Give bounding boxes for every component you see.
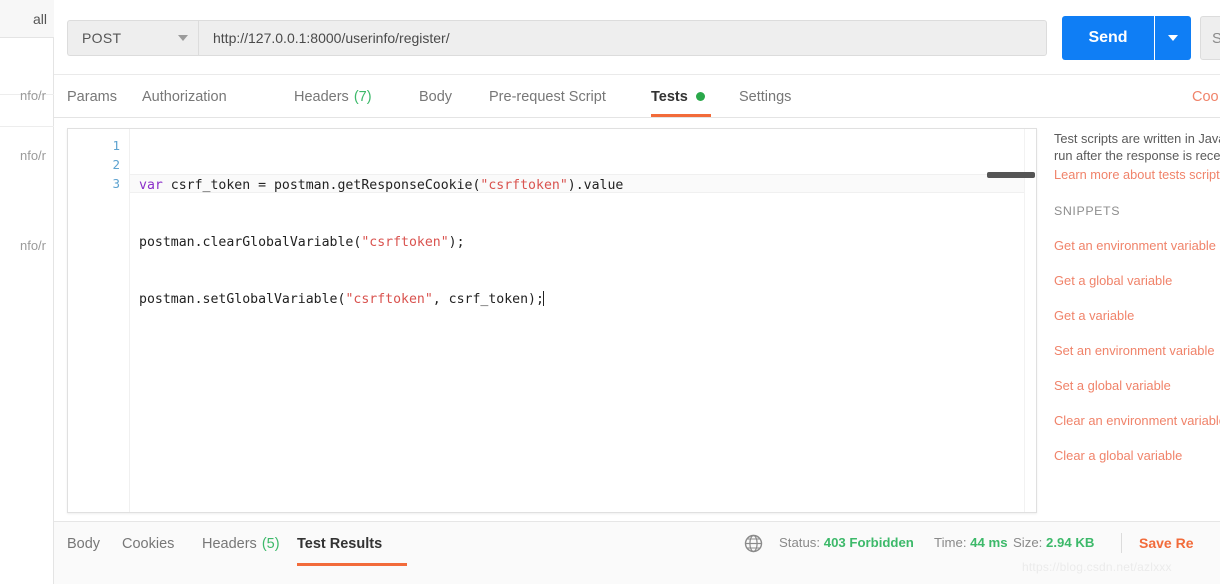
time-label: Time: bbox=[934, 535, 967, 550]
send-options-button[interactable] bbox=[1155, 16, 1191, 60]
response-tab-label: Body bbox=[67, 536, 101, 552]
sidebar-request-fragment[interactable]: nfo/r bbox=[20, 238, 46, 253]
code-token: postman.setGlobalVariable( bbox=[139, 292, 346, 307]
response-tab-count: (5) bbox=[261, 536, 280, 552]
request-url-row: POST http://127.0.0.1:8000/userinfo/regi… bbox=[54, 0, 1220, 74]
save-button-label: S bbox=[1212, 30, 1220, 47]
line-number: 2 bbox=[112, 157, 120, 172]
sidebar: all nfo/r nfo/r nfo/r bbox=[0, 0, 54, 584]
editor-code-content[interactable]: var csrf_token = postman.getResponseCook… bbox=[130, 129, 1036, 512]
code-token: , csrf_token); bbox=[432, 292, 544, 307]
tests-help-line-1: Test scripts are written in JavaScript bbox=[1054, 131, 1220, 146]
code-token: ); bbox=[448, 235, 465, 250]
request-url-value: http://127.0.0.1:8000/userinfo/register/ bbox=[213, 30, 450, 46]
learn-more-link[interactable]: Learn more about tests scripts bbox=[1054, 167, 1220, 182]
code-link[interactable]: Coo bbox=[1192, 75, 1220, 118]
sidebar-request-fragment[interactable]: nfo/r bbox=[20, 88, 46, 103]
tab-authorization[interactable]: Authorization bbox=[142, 75, 227, 118]
code-token: var bbox=[139, 178, 171, 193]
editor-vertical-scrollbar[interactable] bbox=[1024, 129, 1036, 512]
size-value: 2.94 KB bbox=[1046, 535, 1095, 550]
editor-gutter: 1 2 3 bbox=[68, 129, 130, 512]
tab-label: Params bbox=[67, 88, 117, 105]
response-tab-label: Test Results bbox=[297, 536, 383, 552]
request-url-input[interactable]: http://127.0.0.1:8000/userinfo/register/ bbox=[198, 20, 1047, 56]
tab-body[interactable]: Body bbox=[419, 75, 452, 118]
code-token: csrf_token = postman.getResponseCookie( bbox=[170, 178, 481, 193]
code-line: postman.clearGlobalVariable("csrftoken")… bbox=[139, 233, 1036, 252]
status-label: Status: bbox=[779, 535, 821, 550]
status-metric: Status: 403 Forbidden bbox=[779, 535, 914, 550]
line-number: 1 bbox=[112, 138, 120, 153]
size-metric: Size: 2.94 KB bbox=[1013, 535, 1094, 550]
snippet-item[interactable]: Get a variable bbox=[1054, 308, 1220, 323]
tab-params[interactable]: Params bbox=[67, 75, 117, 118]
tab-label: Authorization bbox=[142, 88, 227, 105]
code-line: var csrf_token = postman.getResponseCook… bbox=[139, 176, 1036, 195]
tab-pre-request-script[interactable]: Pre-request Script bbox=[489, 75, 606, 118]
size-label: Size: bbox=[1013, 535, 1043, 550]
time-value: 44 ms bbox=[970, 535, 1008, 550]
tab-label: Settings bbox=[739, 88, 792, 105]
tab-label: Headers bbox=[294, 88, 349, 105]
response-tab-cookies[interactable]: Cookies bbox=[122, 522, 174, 566]
snippet-item[interactable]: Set an environment variable bbox=[1054, 343, 1220, 358]
snippets-panel: Test scripts are written in JavaScript r… bbox=[1054, 130, 1220, 463]
tests-help-line-2: run after the response is received. bbox=[1054, 148, 1220, 163]
code-token: postman.clearGlobalVariable( bbox=[139, 235, 362, 250]
code-token: "csrftoken" bbox=[361, 235, 449, 250]
chevron-down-icon bbox=[1168, 35, 1178, 41]
watermark: https://blog.csdn.net/azlxxx bbox=[1022, 560, 1172, 574]
save-response-button[interactable]: Save Re bbox=[1139, 535, 1193, 551]
time-metric: Time: 44 ms bbox=[934, 535, 1008, 550]
response-tab-label: Headers bbox=[202, 536, 257, 552]
sidebar-request-fragment[interactable]: nfo/r bbox=[20, 148, 46, 163]
globe-icon bbox=[744, 534, 763, 558]
response-bar: Body Cookies Headers (5) Test Results Sta… bbox=[54, 521, 1220, 584]
tab-count: (7) bbox=[353, 88, 372, 105]
tab-label: Body bbox=[419, 88, 453, 105]
tests-script-editor[interactable]: 1 2 3 var csrf_token = postman.getRespon… bbox=[67, 128, 1037, 513]
text-cursor bbox=[542, 291, 544, 306]
response-tab-label: Cookies bbox=[122, 536, 175, 552]
postman-window: all nfo/r nfo/r nfo/r POST http://127.0.… bbox=[0, 0, 1220, 584]
snippet-item[interactable]: Get a global variable bbox=[1054, 273, 1220, 288]
tab-headers[interactable]: Headers (7) bbox=[294, 75, 372, 118]
response-tab-test-results[interactable]: Test Results bbox=[297, 522, 382, 566]
tests-active-dot-icon bbox=[695, 92, 705, 101]
code-line: postman.setGlobalVariable("csrftoken", c… bbox=[139, 290, 1036, 309]
code-token: "csrftoken" bbox=[480, 178, 568, 193]
tab-tests[interactable]: Tests bbox=[651, 75, 705, 118]
sidebar-tab-all[interactable]: all bbox=[0, 0, 54, 38]
main-panel: POST http://127.0.0.1:8000/userinfo/regi… bbox=[54, 0, 1220, 584]
active-tab-underline bbox=[651, 114, 711, 117]
snippet-item[interactable]: Set a global variable bbox=[1054, 378, 1220, 393]
snippet-item[interactable]: Clear an environment variable bbox=[1054, 413, 1220, 428]
editor-scroll-thumb[interactable] bbox=[987, 172, 1035, 178]
tab-settings[interactable]: Settings bbox=[739, 75, 791, 118]
send-button[interactable]: Send bbox=[1062, 16, 1154, 60]
snippet-item[interactable]: Get an environment variable bbox=[1054, 238, 1220, 253]
tab-label: Pre-request Script bbox=[489, 88, 606, 105]
sidebar-tab-all-label: all bbox=[32, 10, 47, 27]
response-tab-headers[interactable]: Headers (5) bbox=[202, 522, 280, 566]
send-button-label: Send bbox=[1088, 29, 1128, 46]
code-token: "csrftoken" bbox=[345, 292, 433, 307]
http-method-label: POST bbox=[82, 30, 122, 46]
save-button[interactable]: S bbox=[1200, 16, 1220, 60]
status-value: 403 Forbidden bbox=[823, 535, 914, 550]
code-token: ).value bbox=[567, 178, 624, 193]
snippets-section-title: SNIPPETS bbox=[1054, 204, 1121, 218]
sidebar-divider bbox=[0, 126, 54, 127]
line-number: 3 bbox=[112, 176, 120, 191]
tab-label: Tests bbox=[651, 88, 688, 105]
snippet-item[interactable]: Clear a global variable bbox=[1054, 448, 1220, 463]
http-method-dropdown[interactable]: POST bbox=[67, 20, 198, 56]
response-tab-body[interactable]: Body bbox=[67, 522, 100, 566]
meta-divider bbox=[1121, 533, 1122, 553]
active-response-tab-underline bbox=[297, 563, 407, 566]
code-link-label: Coo bbox=[1192, 88, 1219, 105]
request-tab-bar: Params Authorization Headers (7) Body Pre… bbox=[54, 74, 1220, 118]
chevron-down-icon bbox=[178, 35, 188, 41]
